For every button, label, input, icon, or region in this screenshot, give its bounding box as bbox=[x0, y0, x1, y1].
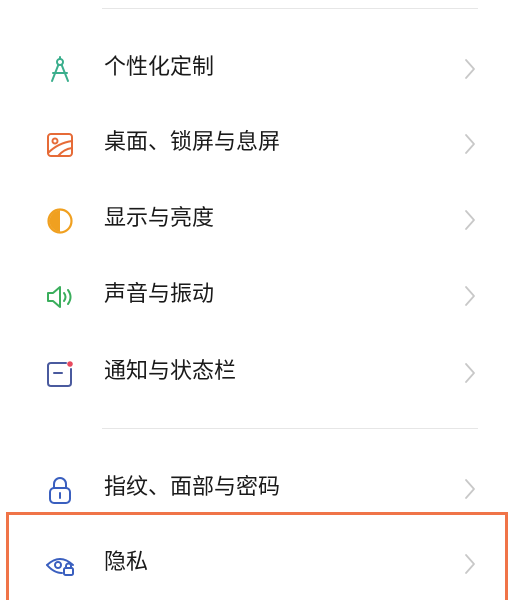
settings-item-label: 个性化定制 bbox=[104, 55, 215, 80]
lock-icon bbox=[44, 474, 76, 506]
settings-item-label: 指纹、面部与密码 bbox=[104, 475, 281, 500]
settings-item-notifications[interactable]: 通知与状态栏 bbox=[0, 334, 519, 410]
chevron-right-icon bbox=[462, 552, 478, 576]
settings-item-label: 声音与振动 bbox=[104, 282, 215, 307]
section-divider bbox=[102, 428, 478, 429]
speaker-icon bbox=[44, 281, 76, 313]
chevron-right-icon bbox=[462, 208, 478, 232]
settings-item-label: 桌面、锁屏与息屏 bbox=[104, 130, 281, 155]
settings-item-privacy[interactable]: 隐私 bbox=[0, 525, 519, 601]
chevron-right-icon bbox=[462, 361, 478, 385]
chevron-right-icon bbox=[462, 284, 478, 308]
settings-item-label: 隐私 bbox=[104, 550, 149, 575]
chevron-right-icon bbox=[462, 477, 478, 501]
settings-item-label: 显示与亮度 bbox=[104, 206, 215, 231]
settings-item-label: 通知与状态栏 bbox=[104, 359, 237, 384]
compass-icon bbox=[44, 54, 76, 86]
chevron-right-icon bbox=[462, 132, 478, 156]
top-divider bbox=[102, 8, 478, 9]
settings-item-personalization[interactable]: 个性化定制 bbox=[0, 30, 519, 106]
settings-item-fingerprint-face-password[interactable]: 指纹、面部与密码 bbox=[0, 450, 519, 526]
wallpaper-icon bbox=[44, 129, 76, 161]
notification-icon bbox=[44, 358, 76, 390]
settings-item-display-brightness[interactable]: 显示与亮度 bbox=[0, 181, 519, 257]
chevron-right-icon bbox=[462, 57, 478, 81]
settings-item-sound-vibration[interactable]: 声音与振动 bbox=[0, 257, 519, 333]
brightness-icon bbox=[44, 205, 76, 237]
privacy-eye-icon bbox=[44, 549, 76, 581]
settings-item-desktop-lockscreen[interactable]: 桌面、锁屏与息屏 bbox=[0, 105, 519, 181]
